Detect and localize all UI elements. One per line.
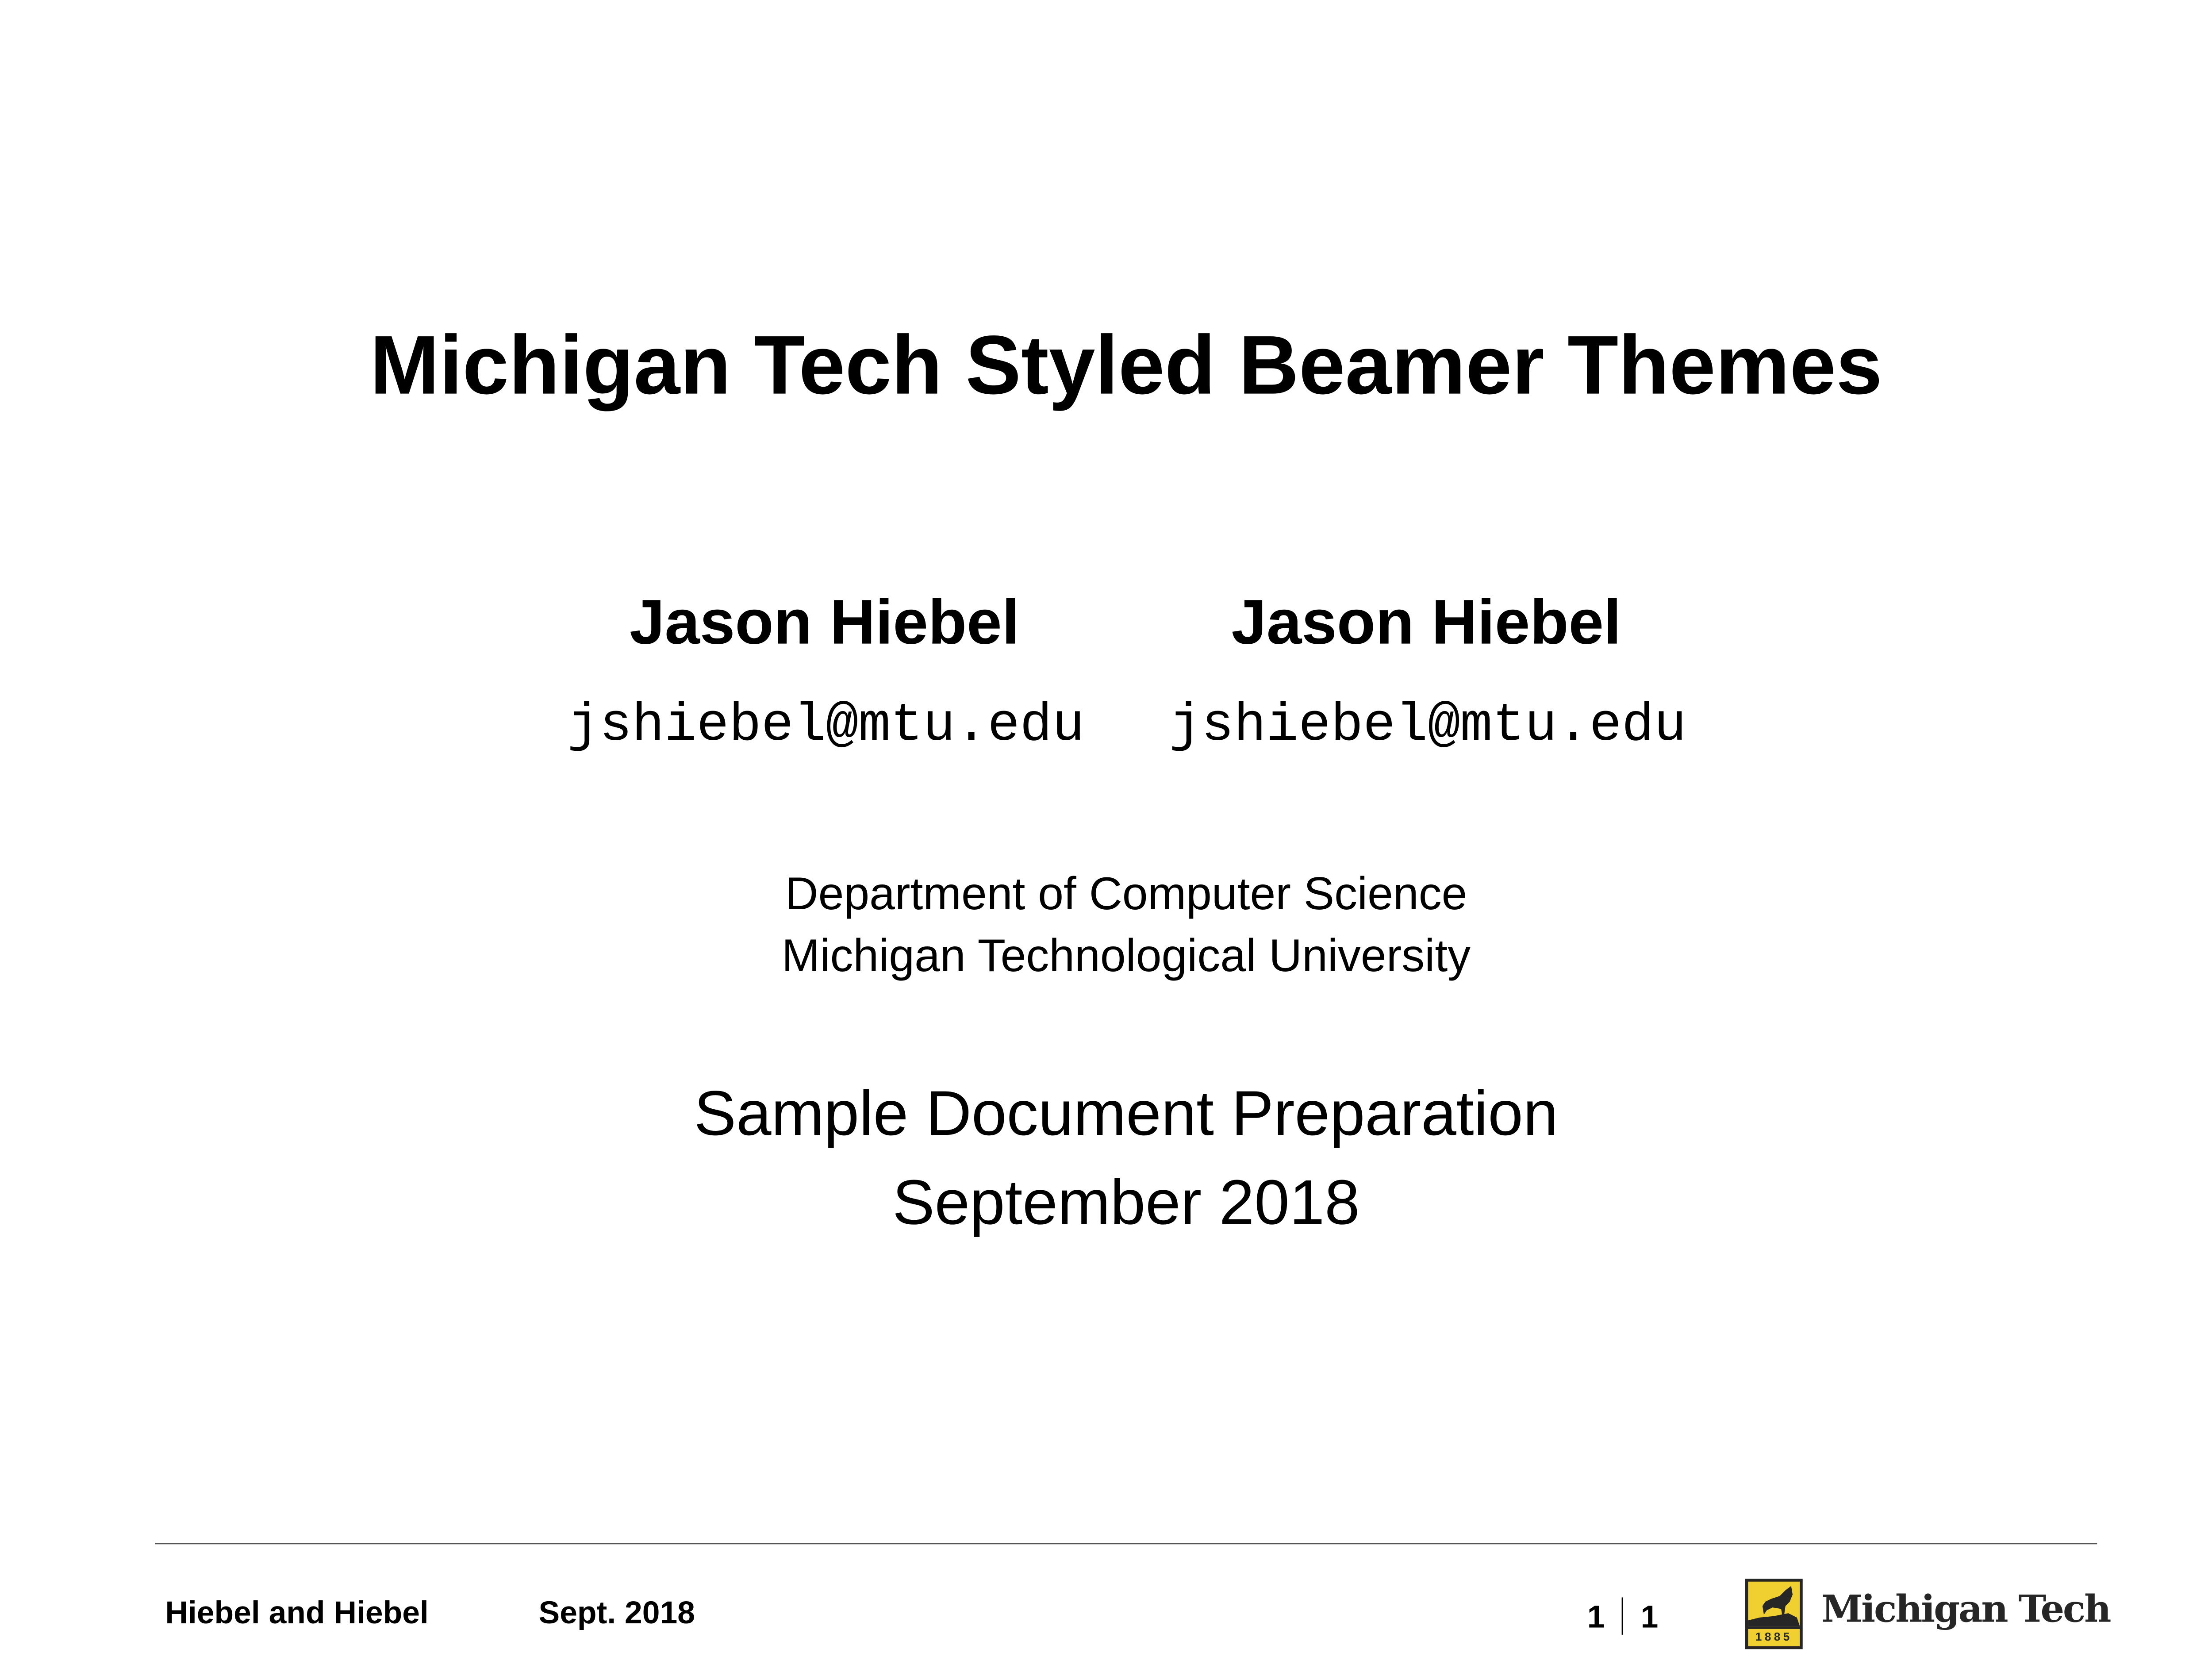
author-email: jshiebel@mtu.edu	[567, 696, 1085, 757]
page-number: 11	[1587, 1597, 1659, 1635]
logo-year: 1885	[1748, 1629, 1800, 1646]
author-name: Jason Hiebel	[630, 587, 1020, 658]
footer-divider	[155, 1543, 2097, 1545]
event: Sample Document Preparation	[694, 1079, 1559, 1149]
author-name: Jason Hiebel	[1231, 587, 1621, 658]
husky-logo-icon: 1885	[1745, 1579, 1803, 1649]
page-current: 1	[1587, 1599, 1605, 1635]
footer-authors: Hiebel and Hiebel	[165, 1594, 429, 1631]
page-total: 1	[1640, 1599, 1659, 1635]
institute-university: Michigan Technological University	[781, 929, 1471, 981]
page-separator	[1622, 1597, 1624, 1635]
slide-title: Michigan Tech Styled Beamer Themes	[370, 319, 1882, 412]
date: September 2018	[892, 1168, 1360, 1238]
logo-wordmark: Michigan Tech	[1821, 1588, 2111, 1632]
institute-department: Department of Computer Science	[785, 868, 1467, 919]
title-slide: Michigan Tech Styled Beamer Themes Jason…	[0, 0, 2212, 1672]
author-email: jshiebel@mtu.edu	[1169, 696, 1686, 757]
footer-date: Sept. 2018	[538, 1594, 695, 1631]
